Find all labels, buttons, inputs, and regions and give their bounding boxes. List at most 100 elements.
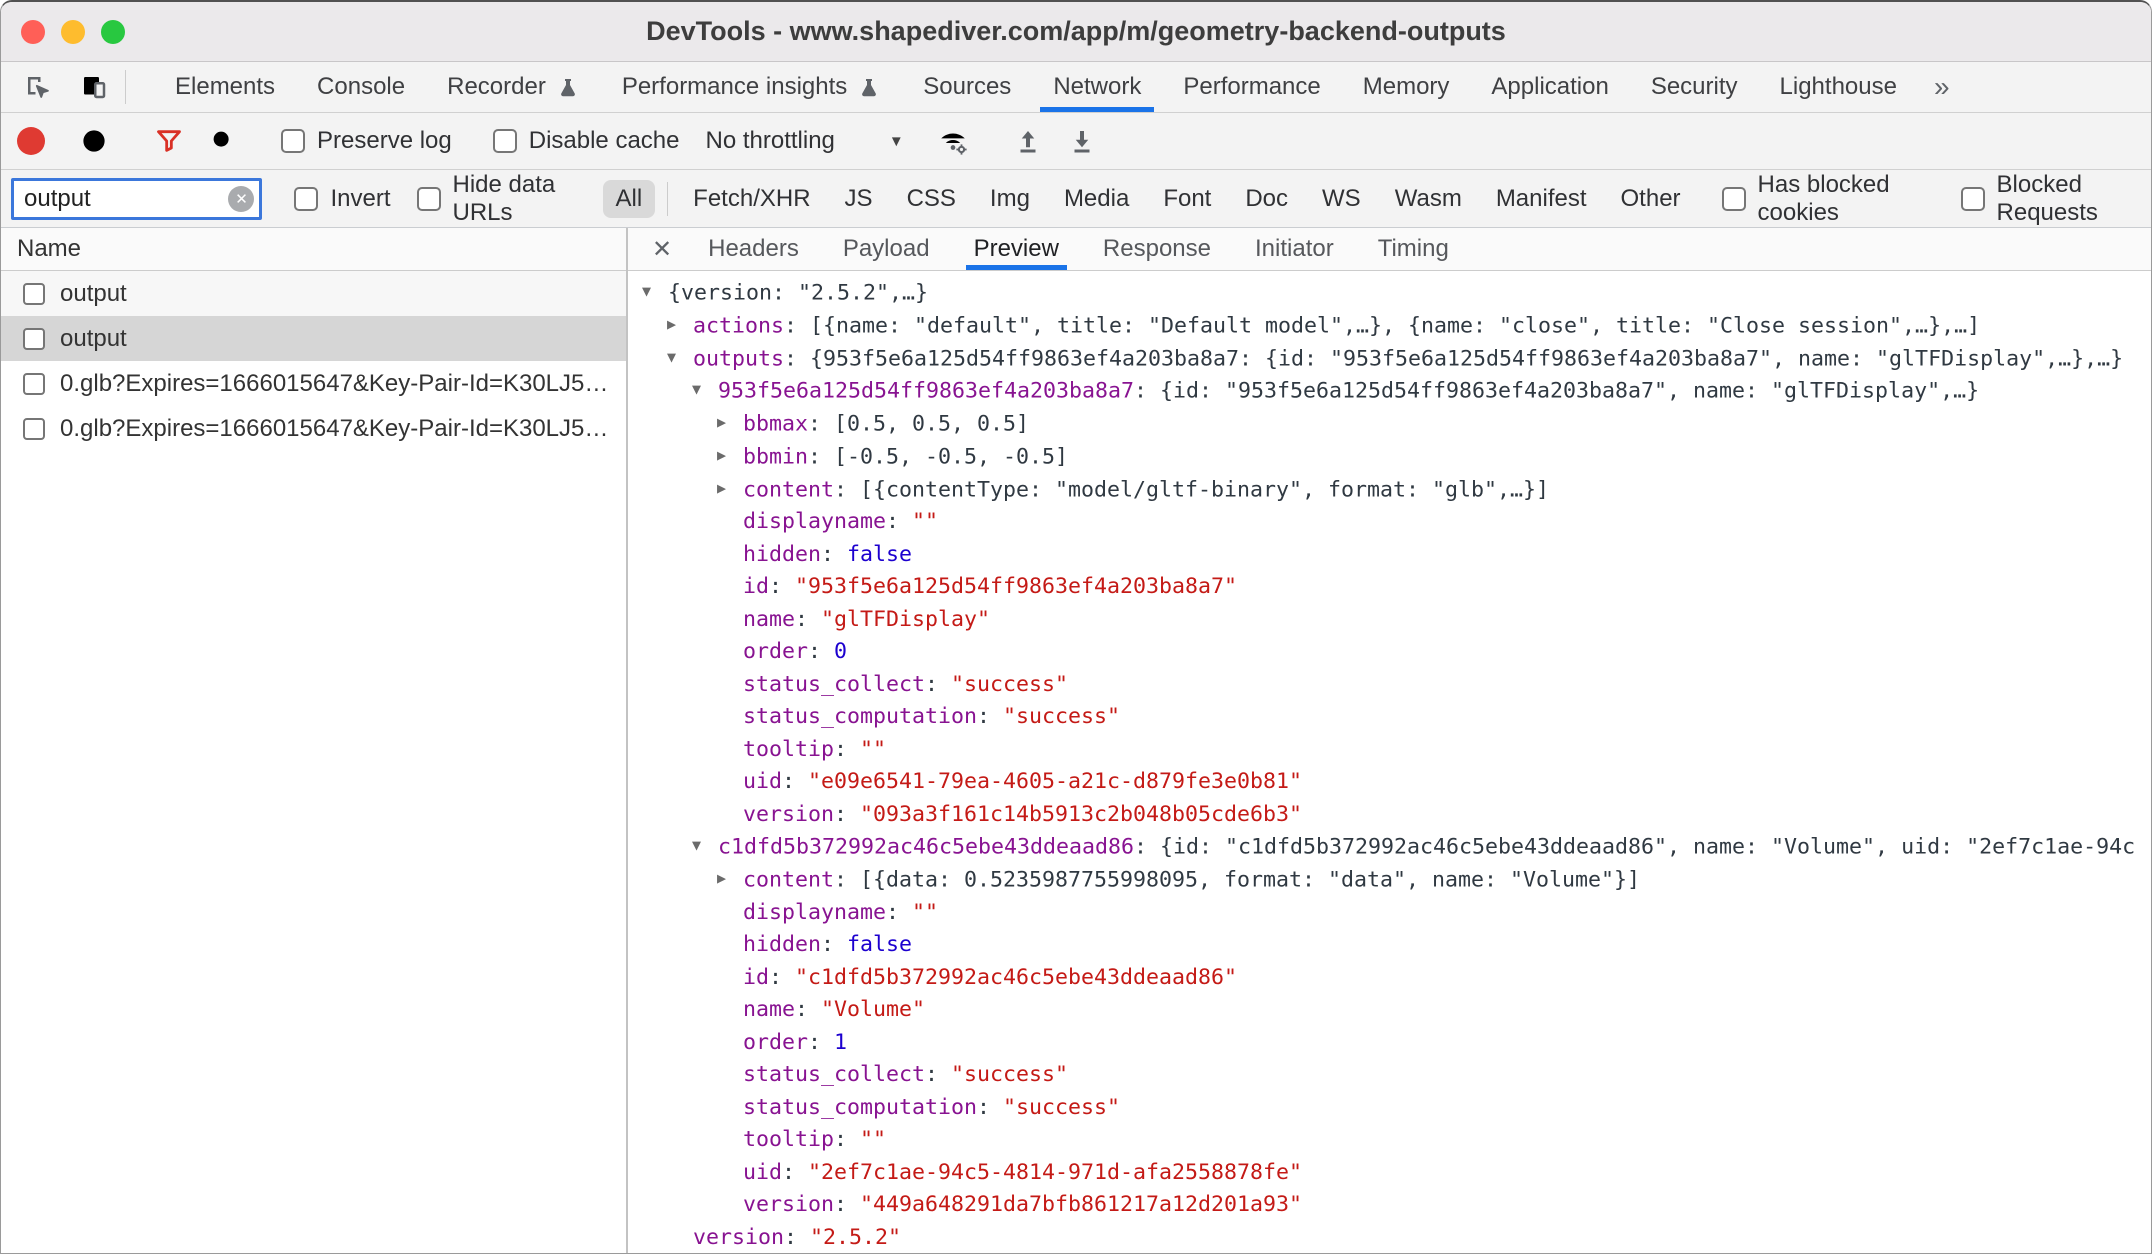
import-har-icon[interactable] <box>1007 122 1049 160</box>
invert-checkbox[interactable] <box>294 187 318 211</box>
request-checkbox[interactable] <box>23 418 45 440</box>
table-row[interactable]: output <box>1 316 626 361</box>
json-line[interactable]: uid: "2ef7c1ae-94c5-4814-971d-afa2558878… <box>628 1157 2151 1190</box>
disable-cache-checkbox[interactable] <box>493 129 517 153</box>
network-conditions-icon[interactable] <box>932 122 974 160</box>
filter-type-wasm[interactable]: Wasm <box>1382 180 1475 218</box>
json-line[interactable]: ▶bbmax: [0.5, 0.5, 0.5] <box>628 408 2151 441</box>
collapsed-arrow-icon[interactable]: ▶ <box>717 406 743 439</box>
detail-tabbar: ✕ HeadersPayloadPreviewResponseInitiator… <box>628 228 2151 271</box>
expanded-arrow-icon[interactable]: ▼ <box>667 341 693 374</box>
filter-input[interactable] <box>11 178 262 220</box>
has-blocked-cookies-checkbox[interactable] <box>1722 187 1746 211</box>
collapsed-arrow-icon[interactable]: ▶ <box>717 439 743 472</box>
json-line[interactable]: ▼outputs: {953f5e6a125d54ff9863ef4a203ba… <box>628 343 2151 376</box>
tab-headers[interactable]: Headers <box>686 228 821 270</box>
filter-type-ws[interactable]: WS <box>1309 180 1374 218</box>
json-line[interactable]: id: "953f5e6a125d54ff9863ef4a203ba8a7" <box>628 571 2151 604</box>
more-tabs-icon[interactable]: » <box>1918 62 1966 112</box>
tab-timing[interactable]: Timing <box>1356 228 1471 270</box>
json-line[interactable]: ▼{version: "2.5.2",…} <box>628 277 2151 310</box>
export-har-icon[interactable] <box>1061 122 1103 160</box>
request-checkbox[interactable] <box>23 373 45 395</box>
inspect-element-icon[interactable] <box>17 68 59 106</box>
json-line[interactable]: displayname: "" <box>628 506 2151 539</box>
json-line[interactable]: displayname: "" <box>628 897 2151 930</box>
tab-response[interactable]: Response <box>1081 228 1233 270</box>
filter-type-media[interactable]: Media <box>1051 180 1142 218</box>
collapsed-arrow-icon[interactable]: ▶ <box>717 862 743 895</box>
filter-type-manifest[interactable]: Manifest <box>1483 180 1600 218</box>
filter-type-css[interactable]: CSS <box>894 180 969 218</box>
record-network-log-button[interactable] <box>17 127 45 155</box>
json-line[interactable]: order: 1 <box>628 1027 2151 1060</box>
json-plain: : <box>784 1225 810 1250</box>
expanded-arrow-icon[interactable]: ▼ <box>642 275 668 308</box>
json-line[interactable]: ▶content: [{data: 0.5235987755998095, fo… <box>628 864 2151 897</box>
json-line[interactable]: id: "c1dfd5b372992ac46c5ebe43ddeaad86" <box>628 962 2151 995</box>
tab-preview[interactable]: Preview <box>952 228 1081 270</box>
expanded-arrow-icon[interactable]: ▼ <box>692 829 718 862</box>
name-column-header[interactable]: Name <box>1 228 626 271</box>
filter-type-other[interactable]: Other <box>1608 180 1694 218</box>
throttling-select[interactable]: No throttling ▼ <box>705 127 903 155</box>
tab-lighthouse[interactable]: Lighthouse <box>1759 62 1918 112</box>
json-line[interactable]: version: "449a648291da7bfb861217a12d201a… <box>628 1189 2151 1222</box>
tab-application[interactable]: Application <box>1470 62 1629 112</box>
json-line[interactable]: name: "glTFDisplay" <box>628 604 2151 637</box>
filter-type-js[interactable]: JS <box>832 180 886 218</box>
json-line[interactable]: status_collect: "success" <box>628 1059 2151 1092</box>
filter-type-fetch-xhr[interactable]: Fetch/XHR <box>680 180 823 218</box>
tab-console[interactable]: Console <box>296 62 426 112</box>
json-line[interactable]: status_computation: "success" <box>628 701 2151 734</box>
device-toolbar-icon[interactable] <box>73 68 115 106</box>
json-str: "2.5.2" <box>810 1225 901 1250</box>
tab-performance-insights[interactable]: Performance insights <box>601 62 902 112</box>
collapsed-arrow-icon[interactable]: ▶ <box>667 308 693 341</box>
json-line[interactable]: status_collect: "success" <box>628 669 2151 702</box>
request-checkbox[interactable] <box>23 328 45 350</box>
table-row[interactable]: output <box>1 271 626 316</box>
blocked-requests-checkbox[interactable] <box>1961 187 1985 211</box>
json-line[interactable]: ▶content: [{contentType: "model/gltf-bin… <box>628 474 2151 507</box>
clear-network-log-icon[interactable] <box>73 122 115 160</box>
table-row[interactable]: 0.glb?Expires=1666015647&Key-Pair-Id=K30… <box>1 406 626 451</box>
collapsed-arrow-icon[interactable]: ▶ <box>717 472 743 505</box>
json-line[interactable]: version: "093a3f161c14b5913c2b048b05cde6… <box>628 799 2151 832</box>
tab-security[interactable]: Security <box>1630 62 1759 112</box>
json-line[interactable]: version: "2.5.2" <box>628 1222 2151 1253</box>
tab-memory[interactable]: Memory <box>1342 62 1471 112</box>
request-checkbox[interactable] <box>23 283 45 305</box>
json-line[interactable]: ▶actions: [{name: "default", title: "Def… <box>628 310 2151 343</box>
json-line[interactable]: ▼953f5e6a125d54ff9863ef4a203ba8a7: {id: … <box>628 375 2151 408</box>
filter-icon[interactable] <box>148 122 190 160</box>
json-line[interactable]: uid: "e09e6541-79ea-4605-a21c-d879fe3e0b… <box>628 766 2151 799</box>
json-line[interactable]: tooltip: "" <box>628 734 2151 767</box>
tab-network[interactable]: Network <box>1032 62 1162 112</box>
hide-data-urls-checkbox[interactable] <box>417 187 441 211</box>
tab-sources[interactable]: Sources <box>902 62 1032 112</box>
table-row[interactable]: 0.glb?Expires=1666015647&Key-Pair-Id=K30… <box>1 361 626 406</box>
expanded-arrow-icon[interactable]: ▼ <box>692 373 718 406</box>
filter-type-all[interactable]: All <box>603 180 656 218</box>
filter-type-doc[interactable]: Doc <box>1232 180 1301 218</box>
filter-type-img[interactable]: Img <box>977 180 1043 218</box>
tab-performance[interactable]: Performance <box>1162 62 1341 112</box>
json-line[interactable]: order: 0 <box>628 636 2151 669</box>
filter-type-font[interactable]: Font <box>1150 180 1224 218</box>
tab-initiator[interactable]: Initiator <box>1233 228 1356 270</box>
tab-elements[interactable]: Elements <box>154 62 296 112</box>
json-line[interactable]: status_computation: "success" <box>628 1092 2151 1125</box>
json-line[interactable]: ▶bbmin: [-0.5, -0.5, -0.5] <box>628 441 2151 474</box>
json-line[interactable]: ▼c1dfd5b372992ac46c5ebe43ddeaad86: {id: … <box>628 831 2151 864</box>
json-line[interactable]: name: "Volume" <box>628 994 2151 1027</box>
json-line[interactable]: hidden: false <box>628 929 2151 962</box>
tab-recorder[interactable]: Recorder <box>426 62 601 112</box>
close-detail-icon[interactable]: ✕ <box>638 228 686 270</box>
clear-filter-icon[interactable]: ✕ <box>228 186 254 212</box>
json-line[interactable]: tooltip: "" <box>628 1124 2151 1157</box>
preserve-log-checkbox[interactable] <box>281 129 305 153</box>
tab-payload[interactable]: Payload <box>821 228 952 270</box>
search-icon[interactable] <box>202 122 244 160</box>
json-line[interactable]: hidden: false <box>628 539 2151 572</box>
